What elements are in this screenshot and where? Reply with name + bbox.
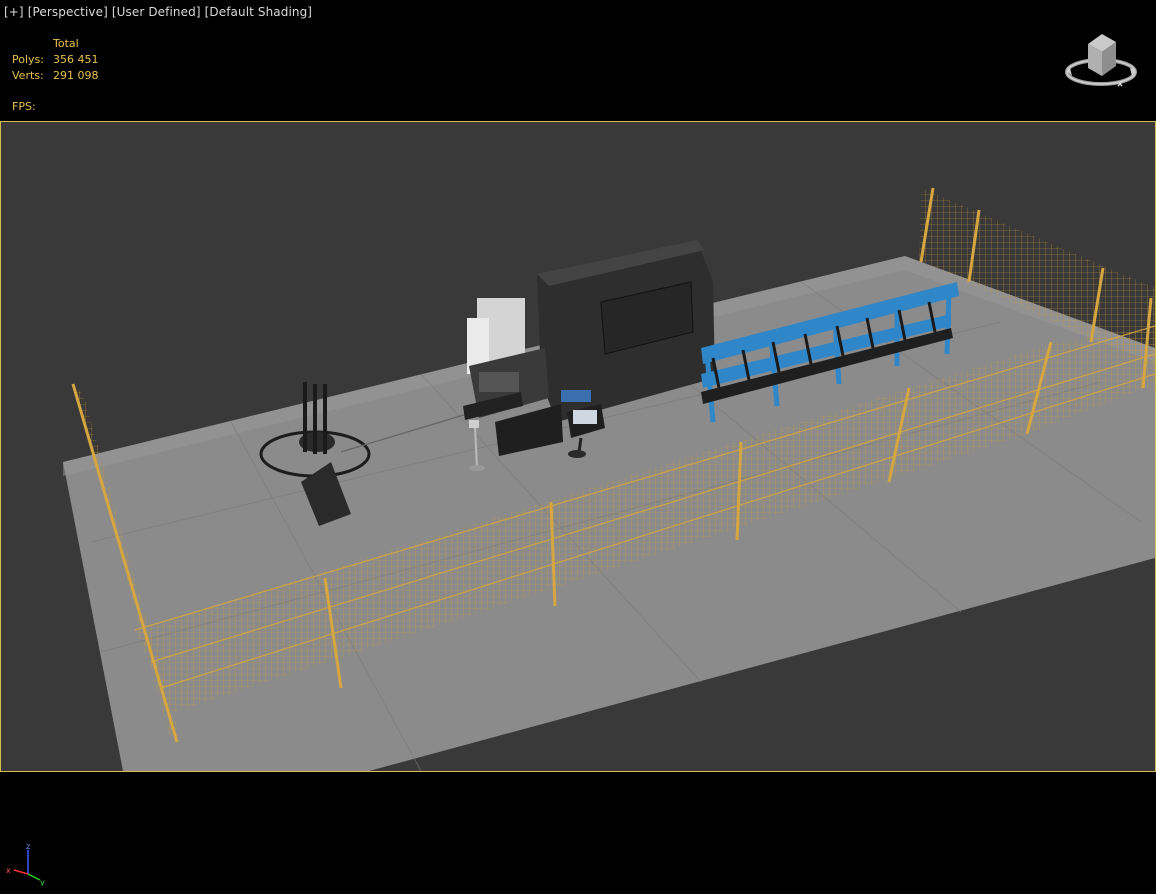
scene-render: [63, 187, 1155, 771]
viewport-general-menu[interactable]: [+]: [4, 5, 24, 19]
viewport-label-bar: [+] [Perspective] [User Defined] [Default S…: [4, 5, 316, 19]
axis-y-label: y: [40, 878, 45, 886]
viewcube-icon[interactable]: [1062, 30, 1140, 94]
axis-z-label: z: [26, 842, 30, 851]
axis-tripod-icon: z x y: [6, 842, 45, 886]
viewport-shading-menu[interactable]: [Default Shading]: [205, 5, 312, 19]
verts-value: 291 098: [53, 69, 99, 82]
verts-label: Verts:: [12, 69, 44, 82]
fps-label: FPS:: [12, 100, 36, 113]
stats-header: Total: [53, 37, 79, 50]
axis-x-label: x: [6, 866, 11, 875]
viewport-pov-menu[interactable]: [Perspective]: [28, 5, 108, 19]
viewport-camera-menu[interactable]: [User Defined]: [112, 5, 201, 19]
polys-label: Polys:: [12, 53, 44, 66]
polys-value: 356 451: [53, 53, 99, 66]
perspective-viewport[interactable]: [0, 121, 1156, 772]
statistics-overlay: Total Polys: 356 451 Verts: 291 098: [12, 36, 99, 84]
